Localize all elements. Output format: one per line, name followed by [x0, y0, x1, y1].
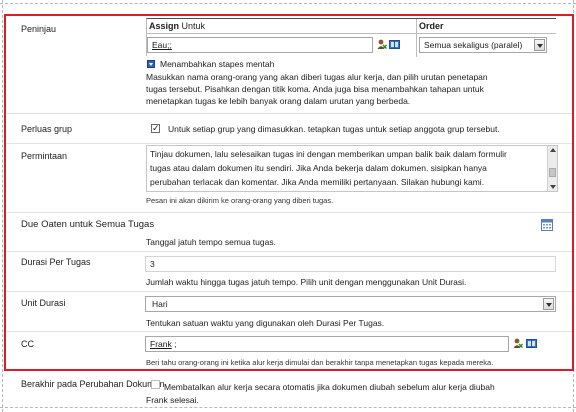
end-on-change-line1: Membatalkan alur kerja secara otomatis j…	[164, 382, 495, 392]
highlight-frame	[4, 14, 574, 371]
end-on-change-line2: Frank selesai.	[146, 395, 199, 405]
bottom-dashed-border	[0, 407, 576, 408]
top-dashed-border	[0, 3, 576, 4]
left-dashed-border	[2, 0, 3, 412]
end-on-change-label: Berakhir pada Perubahan Dokumen	[21, 379, 165, 389]
end-on-change-checkbox[interactable]	[151, 380, 160, 389]
